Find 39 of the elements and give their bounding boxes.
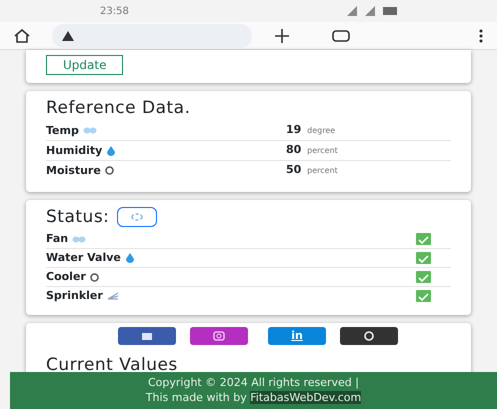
card-title: Current Values bbox=[46, 354, 179, 376]
row-label: Temp bbox=[46, 124, 79, 138]
footer-link[interactable]: FitabasWebDev.com bbox=[250, 391, 362, 404]
tabs-icon[interactable] bbox=[332, 30, 350, 42]
drop-icon bbox=[124, 253, 135, 263]
copyright-text: Copyright © 2024 All rights reserved | bbox=[147, 375, 360, 390]
checkbox[interactable] bbox=[416, 252, 431, 264]
menu-icon[interactable] bbox=[479, 28, 483, 42]
device-label: Water Valve bbox=[46, 251, 121, 265]
device-label: Sprinkler bbox=[46, 289, 103, 303]
row-value: 50 percent bbox=[286, 163, 338, 178]
drop-icon bbox=[106, 146, 116, 156]
row-label: Humidity bbox=[46, 144, 102, 158]
card-title: Status: bbox=[46, 206, 110, 228]
facebook-button[interactable] bbox=[118, 327, 176, 345]
linkedin-button[interactable]: in bbox=[268, 327, 326, 345]
warning-icon bbox=[62, 30, 74, 40]
instagram-button[interactable] bbox=[190, 327, 248, 345]
spray-icon bbox=[106, 292, 119, 300]
update-button[interactable]: Update bbox=[46, 54, 124, 75]
status-time: 23:58 bbox=[100, 4, 129, 18]
home-icon[interactable] bbox=[14, 28, 30, 42]
row-value: 80 percent bbox=[286, 143, 338, 158]
refresh-button[interactable] bbox=[117, 207, 158, 227]
device-label: Cooler bbox=[46, 270, 86, 284]
checkbox[interactable] bbox=[416, 233, 431, 245]
footer-text: This made with by bbox=[146, 391, 248, 404]
device-label: Fan bbox=[46, 232, 68, 246]
plus-icon[interactable] bbox=[274, 28, 290, 44]
github-button[interactable] bbox=[340, 327, 398, 345]
checkbox[interactable] bbox=[416, 290, 431, 302]
refresh-icon bbox=[130, 213, 144, 221]
row-label: Moisture bbox=[46, 164, 101, 178]
square-icon bbox=[141, 332, 153, 340]
camera-icon bbox=[213, 331, 225, 341]
row-value: 19 degree bbox=[286, 123, 336, 138]
checkbox[interactable] bbox=[416, 271, 431, 283]
battery-icon bbox=[383, 7, 397, 15]
card-title: Reference Data. bbox=[46, 97, 192, 119]
